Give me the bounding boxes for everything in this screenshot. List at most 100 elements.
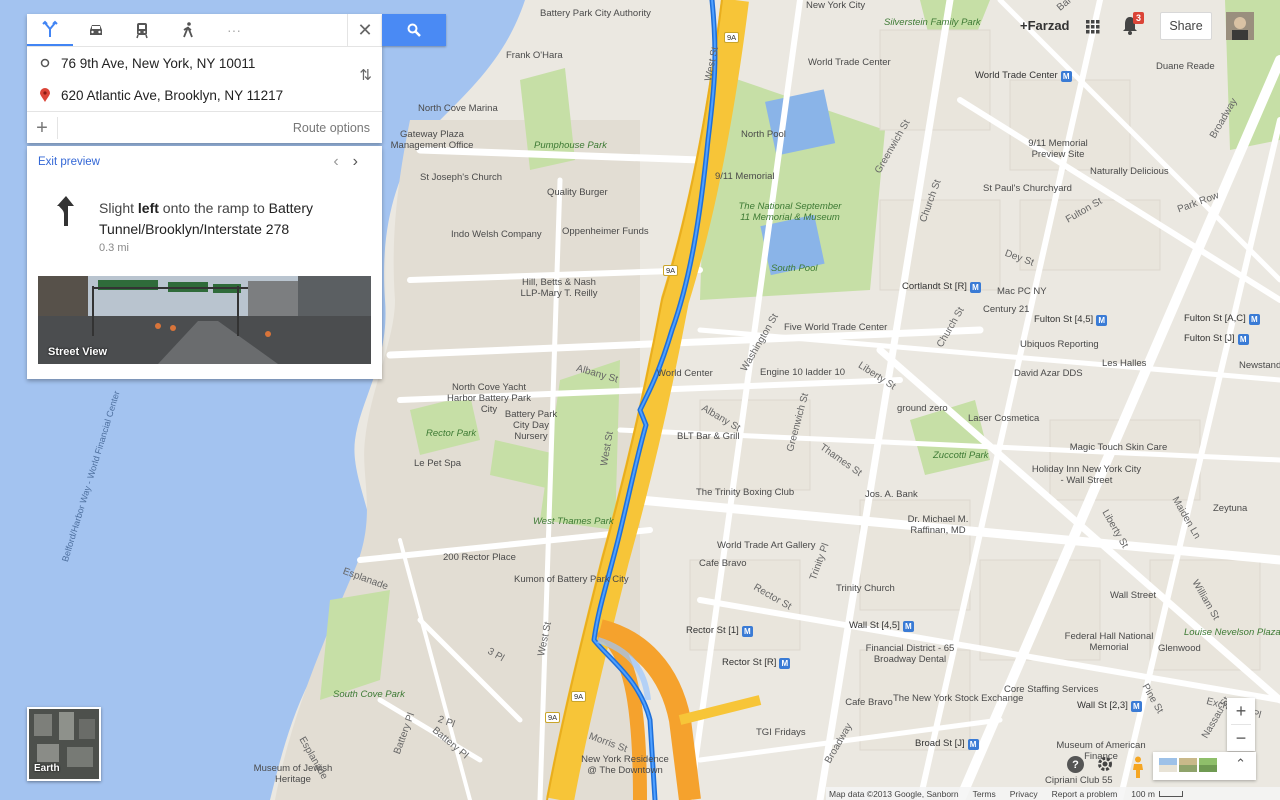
- map-label[interactable]: Holiday Inn New York City - Wall Street: [1029, 464, 1144, 486]
- map-label[interactable]: South Cove Park: [333, 689, 405, 700]
- map-label[interactable]: The New York Stock Exchange: [893, 693, 1023, 704]
- avatar[interactable]: [1226, 12, 1254, 40]
- map-label[interactable]: The Trinity Boxing Club: [696, 487, 794, 498]
- map-label[interactable]: New York Residence @ The Downtown: [580, 754, 670, 776]
- mode-more[interactable]: ···: [211, 14, 257, 46]
- map-label[interactable]: Mac PC NY: [997, 286, 1047, 297]
- terms-link[interactable]: Terms: [973, 789, 996, 799]
- map-label[interactable]: Zuccotti Park: [933, 450, 988, 461]
- map-label[interactable]: Battery Park City Day Nursery: [496, 409, 566, 442]
- map-label[interactable]: Broad St [J]: [915, 738, 979, 750]
- map-label[interactable]: BLT Bar & Grill: [677, 431, 739, 442]
- origin-field[interactable]: 76 9th Ave, New York, NY 10011: [27, 47, 382, 79]
- map-label[interactable]: West Thames Park: [533, 516, 614, 527]
- map-label[interactable]: World Trade Center: [808, 57, 891, 68]
- map-label[interactable]: 9/11 Memorial Preview Site: [1023, 138, 1093, 160]
- map-label[interactable]: Pumphouse Park: [534, 140, 607, 151]
- user-profile-link[interactable]: +Farzad: [1020, 18, 1070, 33]
- apps-grid-icon[interactable]: [1086, 20, 1100, 34]
- map-label[interactable]: TGI Fridays: [756, 727, 806, 738]
- swap-directions-icon[interactable]: ⇅: [359, 66, 372, 84]
- previous-step-icon[interactable]: ‹: [333, 153, 352, 170]
- map-label[interactable]: Ubiquos Reporting: [1020, 339, 1099, 350]
- route-options-link[interactable]: Route options: [293, 121, 370, 135]
- map-label[interactable]: David Azar DDS: [1014, 368, 1083, 379]
- map-label[interactable]: Financial District - 65 Broadway Dental: [850, 643, 970, 665]
- map-label[interactable]: Kumon of Battery Park City: [514, 574, 629, 585]
- map-label[interactable]: Magic Touch Skin Care: [1066, 442, 1171, 453]
- map-label[interactable]: Louise Nevelson Plaza: [1184, 627, 1280, 638]
- search-button[interactable]: [382, 14, 446, 46]
- map-label[interactable]: St Joseph's Church: [420, 172, 502, 183]
- map-label[interactable]: 9/11 Memorial: [715, 171, 775, 182]
- close-directions-button[interactable]: ✕: [347, 14, 382, 46]
- map-label[interactable]: Frank O'Hara: [506, 50, 563, 61]
- map-label[interactable]: Cafe Bravo: [699, 558, 747, 569]
- map-label[interactable]: Trinity Church: [836, 583, 895, 594]
- report-problem-link[interactable]: Report a problem: [1052, 789, 1118, 799]
- map-label[interactable]: North Pool: [741, 129, 786, 140]
- mode-transit[interactable]: [119, 14, 165, 46]
- map-label[interactable]: Newstand: [1239, 360, 1280, 371]
- map-label[interactable]: Silverstein Family Park: [884, 17, 981, 28]
- map-label[interactable]: Fulton St [J]: [1184, 333, 1249, 345]
- map-label[interactable]: St Paul's Churchyard: [983, 183, 1072, 194]
- map-label[interactable]: Cortlandt St [R]: [902, 281, 981, 293]
- map-label[interactable]: Zeytuna: [1213, 503, 1247, 514]
- earth-view-toggle[interactable]: Earth: [27, 707, 101, 781]
- map-layers-panel[interactable]: ⌃: [1153, 752, 1256, 780]
- map-label[interactable]: New York City: [806, 0, 865, 11]
- map-label[interactable]: North Cove Marina: [418, 103, 498, 114]
- map-label[interactable]: The National September 11 Memorial & Mus…: [735, 201, 845, 223]
- map-label[interactable]: Fulton St [4,5]: [1034, 314, 1107, 326]
- map-label[interactable]: World Trade Art Gallery: [717, 540, 816, 551]
- privacy-link[interactable]: Privacy: [1010, 789, 1038, 799]
- map-label[interactable]: South Pool: [771, 263, 817, 274]
- map-label[interactable]: Glenwood: [1158, 643, 1201, 654]
- map-label[interactable]: Rector St [1]: [686, 625, 753, 637]
- map-label[interactable]: Laser Cosmetica: [968, 413, 1039, 424]
- map-label[interactable]: Duane Reade: [1156, 61, 1215, 72]
- map-label[interactable]: Oppenheimer Funds: [562, 226, 649, 237]
- zoom-out-button[interactable]: −: [1227, 725, 1255, 751]
- map-label[interactable]: World Center: [657, 368, 713, 379]
- map-label[interactable]: Battery Park City Authority: [540, 8, 651, 19]
- help-button[interactable]: ?: [1067, 756, 1084, 773]
- map-label[interactable]: 200 Rector Place: [443, 552, 516, 563]
- map-label[interactable]: Naturally Delicious: [1090, 166, 1169, 177]
- share-button[interactable]: Share: [1160, 12, 1212, 40]
- street-view-thumbnail[interactable]: Street View: [38, 276, 371, 364]
- map-label[interactable]: World Trade Center: [975, 70, 1072, 82]
- map-label[interactable]: Century 21: [983, 304, 1029, 315]
- map-label[interactable]: Wall St [4,5]: [849, 620, 914, 632]
- map-label[interactable]: ground zero: [897, 403, 948, 414]
- map-label[interactable]: Wall St [2,3]: [1077, 700, 1142, 712]
- expand-layers-icon[interactable]: ⌃: [1235, 756, 1246, 772]
- map-label[interactable]: Cipriani Club 55: [1045, 775, 1113, 786]
- map-label[interactable]: Hill, Betts & Nash LLP-Mary T. Reilly: [514, 277, 604, 299]
- map-label[interactable]: Les Halles: [1102, 358, 1146, 369]
- gear-icon[interactable]: [1096, 755, 1114, 773]
- map-label[interactable]: Rector St [R]: [722, 657, 790, 669]
- map-label[interactable]: Gateway Plaza Management Office: [382, 129, 482, 151]
- map-label[interactable]: Fulton St [A,C]: [1184, 313, 1260, 325]
- map-label[interactable]: Rector Park: [426, 428, 476, 439]
- add-destination-button[interactable]: +: [27, 116, 58, 139]
- map-label[interactable]: Engine 10 ladder 10: [760, 367, 845, 378]
- next-step-icon[interactable]: ›: [353, 153, 372, 170]
- zoom-in-button[interactable]: +: [1227, 698, 1255, 724]
- map-label[interactable]: Quality Burger: [547, 187, 608, 198]
- destination-field[interactable]: 620 Atlantic Ave, Brooklyn, NY 11217: [27, 79, 382, 111]
- exit-preview-link[interactable]: Exit preview: [38, 156, 100, 168]
- map-label[interactable]: Le Pet Spa: [414, 458, 461, 469]
- map-label[interactable]: Wall Street: [1110, 590, 1156, 601]
- map-label[interactable]: Federal Hall National Memorial: [1054, 631, 1164, 653]
- map-label[interactable]: Indo Welsh Company: [451, 229, 542, 240]
- map-label[interactable]: Jos. A. Bank: [865, 489, 918, 500]
- mode-best-route[interactable]: [27, 14, 73, 46]
- mode-walking[interactable]: [165, 14, 211, 46]
- map-label[interactable]: Dr. Michael M. Raffinan, MD: [888, 514, 988, 536]
- mode-driving[interactable]: [73, 14, 119, 46]
- map-label[interactable]: Five World Trade Center: [784, 322, 887, 333]
- pegman-icon[interactable]: [1132, 756, 1144, 778]
